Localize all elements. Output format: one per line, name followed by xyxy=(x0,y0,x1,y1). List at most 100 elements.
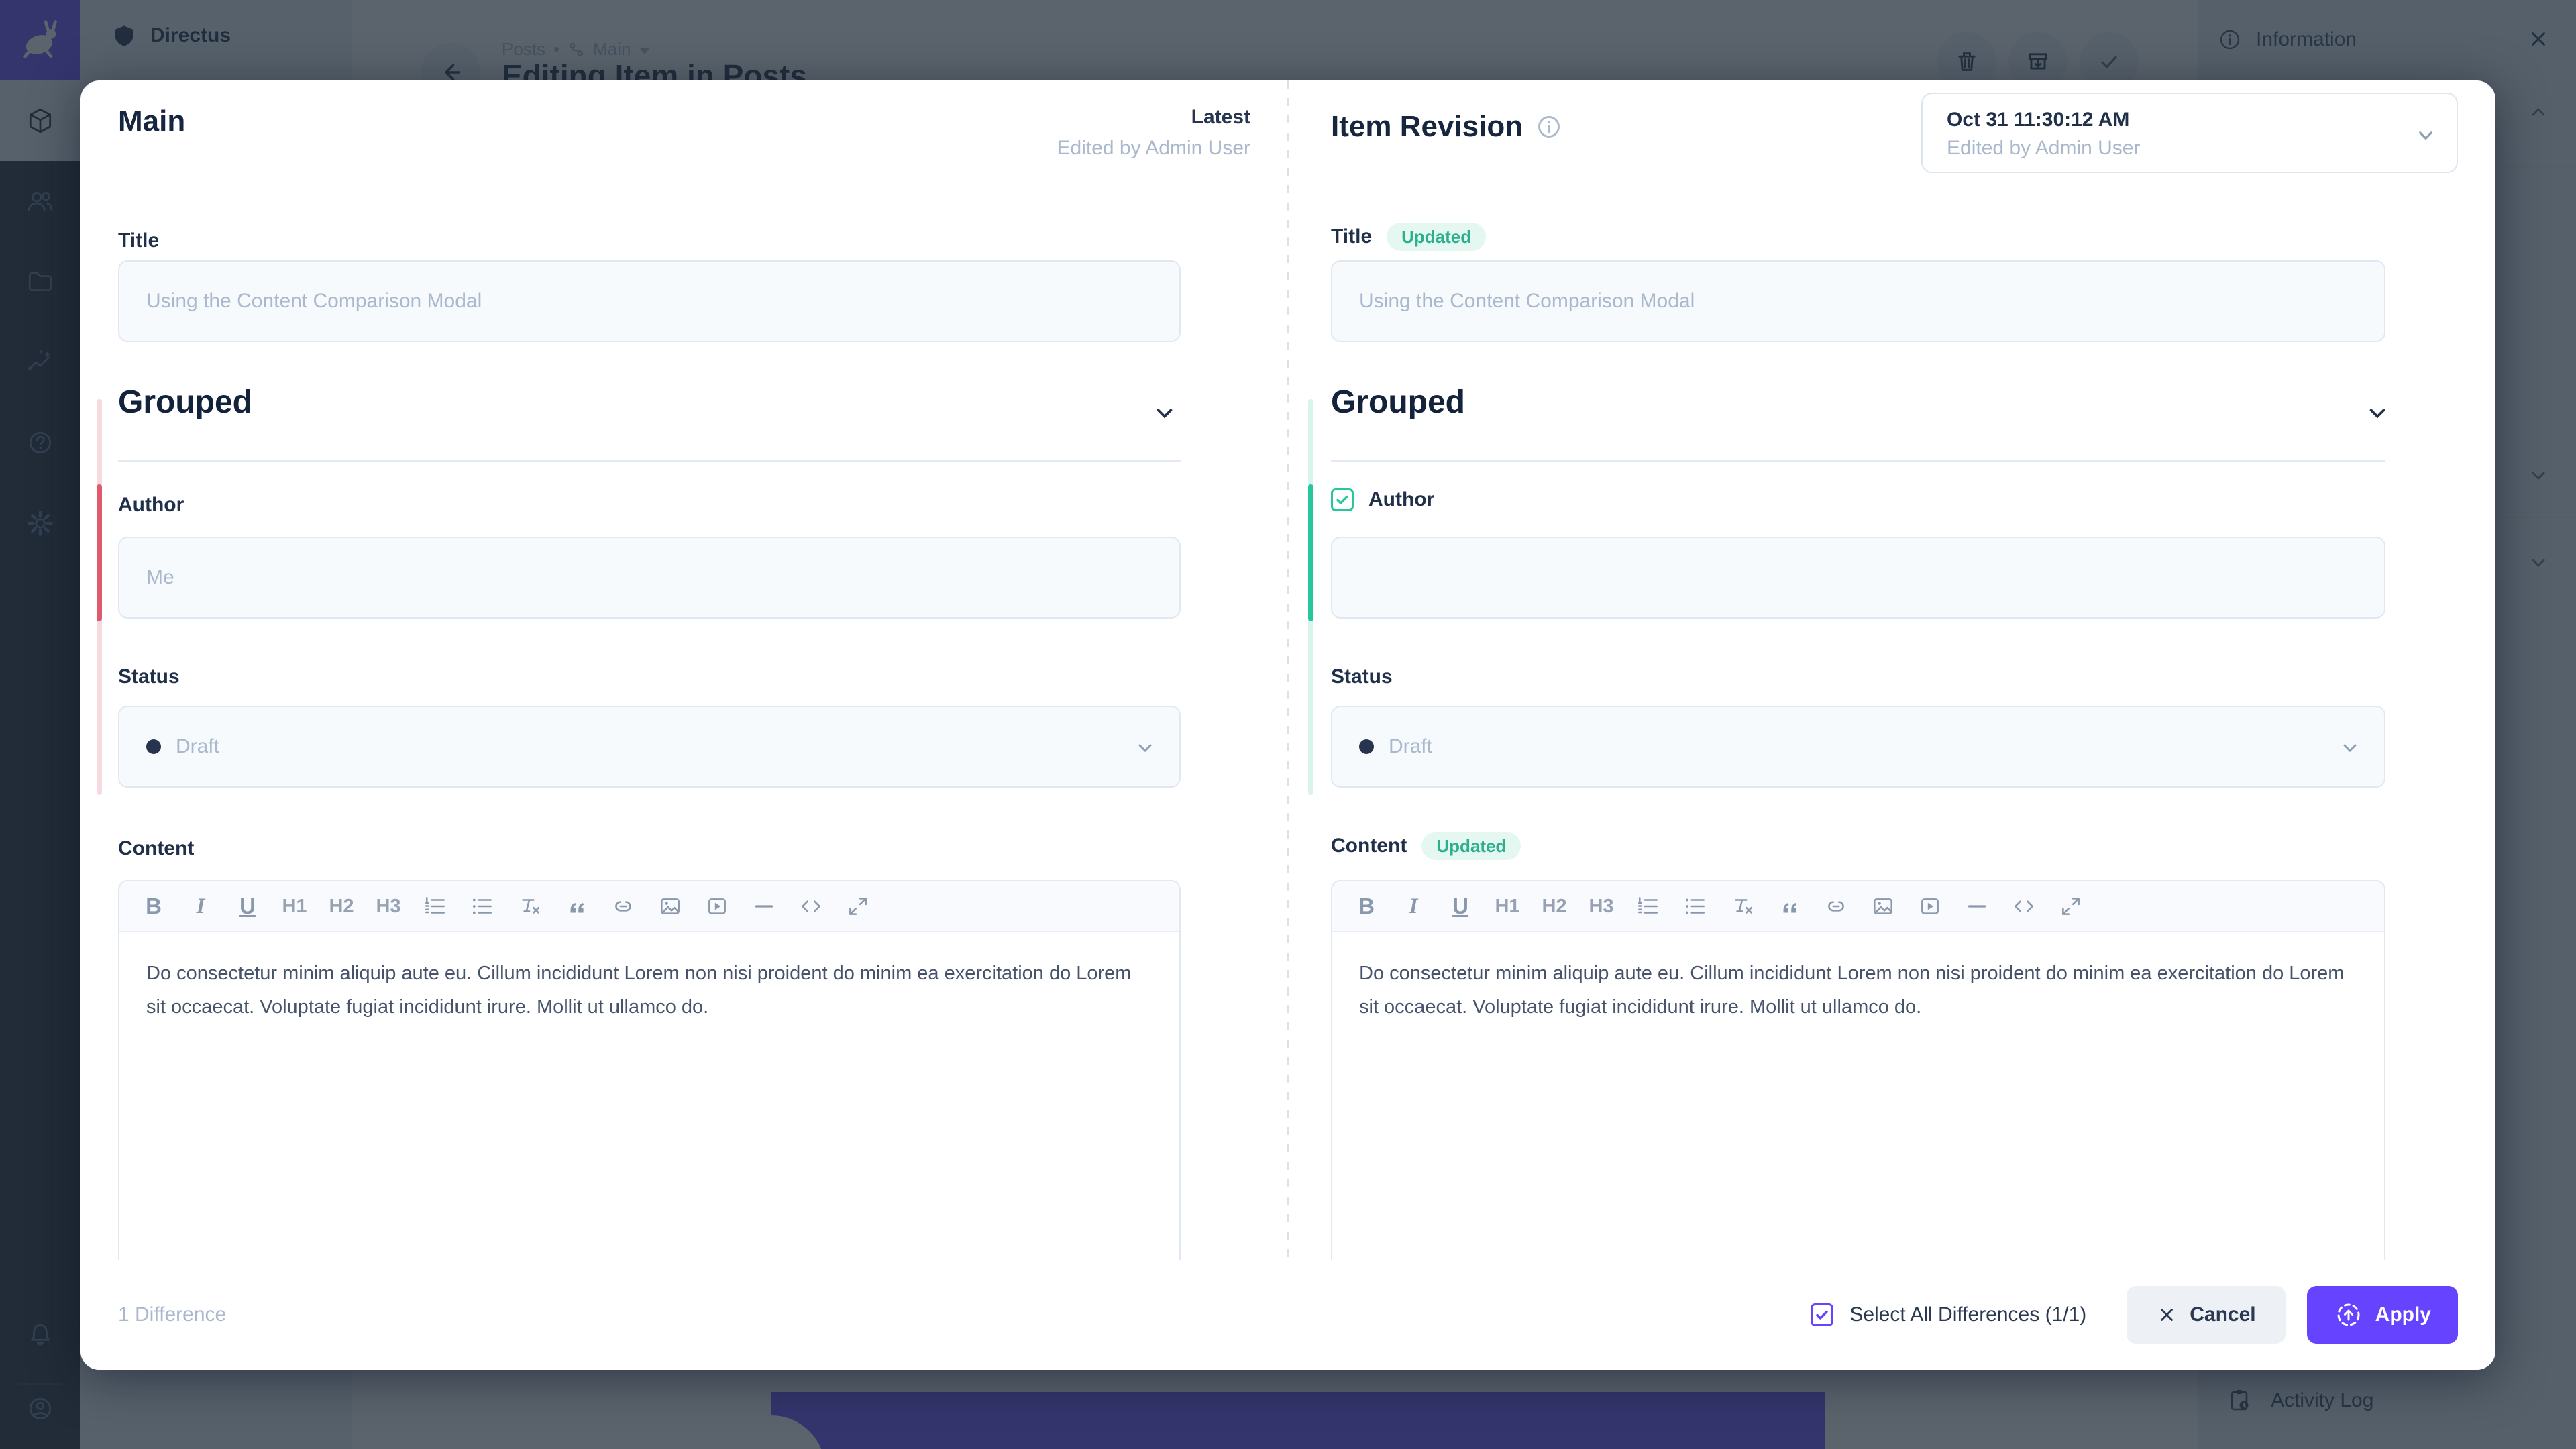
ordered-list-button[interactable] xyxy=(413,887,458,926)
code-button[interactable] xyxy=(789,887,833,926)
italic-button[interactable]: I xyxy=(178,887,223,926)
chevron-down-icon xyxy=(1134,737,1157,759)
underline-button[interactable]: U xyxy=(225,887,270,926)
pane-main-meta: Latest Edited by Admin User xyxy=(1057,106,1250,160)
group-collapse-button-left[interactable] xyxy=(1151,400,1178,427)
group-heading-right: Grouped xyxy=(1331,384,1465,421)
image-button[interactable] xyxy=(648,887,692,926)
status-dot xyxy=(1359,739,1374,754)
pane-revision: Item Revision Oct 31 11:30:12 AM Edited … xyxy=(1331,80,2458,1370)
ordered-list-button[interactable] xyxy=(1626,887,1670,926)
clear-format-button[interactable] xyxy=(507,887,551,926)
link-button[interactable] xyxy=(601,887,645,926)
pane-divider xyxy=(1287,80,1289,1260)
group-collapse-button-right[interactable] xyxy=(2364,400,2391,427)
author-field-row-right: Author xyxy=(1331,488,1434,511)
author-diff-bar-right xyxy=(1308,484,1313,621)
group-divider-right xyxy=(1331,460,2385,462)
content-editor-left: B I U H1 H2 H3 xyxy=(118,880,1181,1309)
status-dot xyxy=(146,739,161,754)
content-field-label-left: Content xyxy=(118,837,194,860)
status-field-label-right: Status xyxy=(1331,665,1393,688)
screen: Directus Posts • Main Editing Item in Po… xyxy=(0,0,2576,1449)
chevron-down-icon xyxy=(2414,123,2438,148)
apply-button[interactable]: Apply xyxy=(2307,1286,2458,1344)
close-icon xyxy=(2156,1304,2178,1326)
revision-edited-by: Edited by Admin User xyxy=(1947,137,2432,160)
blockquote-button[interactable] xyxy=(554,887,598,926)
content-field-row-right: Content Updated xyxy=(1331,832,1521,860)
bullet-list-button[interactable] xyxy=(1673,887,1717,926)
bold-button[interactable]: B xyxy=(1344,887,1389,926)
h2-button[interactable]: H2 xyxy=(1532,887,1576,926)
chevron-down-icon xyxy=(1151,400,1178,427)
status-value-right: Draft xyxy=(1389,735,1432,758)
title-field-label: Title xyxy=(118,229,159,252)
link-button[interactable] xyxy=(1814,887,1858,926)
underline-button[interactable]: U xyxy=(1438,887,1483,926)
cancel-button-label: Cancel xyxy=(2190,1303,2255,1326)
h3-button[interactable]: H3 xyxy=(366,887,411,926)
author-field-label-left: Author xyxy=(118,494,184,517)
content-text-right[interactable]: Do consectetur minim aliquip aute eu. Ci… xyxy=(1332,932,2384,1048)
status-value-left: Draft xyxy=(176,735,219,758)
h1-button[interactable]: H1 xyxy=(1485,887,1529,926)
video-button[interactable] xyxy=(1908,887,1952,926)
title-field-label-right: Title xyxy=(1331,225,1372,248)
author-diff-checkbox[interactable] xyxy=(1331,488,1354,511)
h2-button[interactable]: H2 xyxy=(319,887,364,926)
content-text-left[interactable]: Do consectetur minim aliquip aute eu. Ci… xyxy=(119,932,1179,1048)
pane-main: Main Latest Edited by Admin User Title U… xyxy=(118,80,1250,1370)
revision-time: Oct 31 11:30:12 AM xyxy=(1947,109,2432,131)
code-button[interactable] xyxy=(2002,887,2046,926)
author-input-right[interactable] xyxy=(1331,537,2385,619)
title-input-right[interactable]: Using the Content Comparison Modal xyxy=(1331,260,2385,342)
bullet-list-button[interactable] xyxy=(460,887,504,926)
pane-main-heading: Main xyxy=(118,105,185,138)
clear-format-button[interactable] xyxy=(1720,887,1764,926)
cancel-button[interactable]: Cancel xyxy=(2127,1286,2285,1344)
content-comparison-modal: Main Latest Edited by Admin User Title U… xyxy=(80,80,2496,1370)
horizontal-rule-button[interactable] xyxy=(742,887,786,926)
status-select-left[interactable]: Draft xyxy=(118,706,1181,788)
fullscreen-button[interactable] xyxy=(2049,887,2093,926)
editor-toolbar-right: B I U H1 H2 H3 xyxy=(1332,881,2384,932)
chevron-down-icon xyxy=(2364,400,2391,427)
select-all-label: Select All Differences (1/1) xyxy=(1849,1303,2086,1326)
h1-button[interactable]: H1 xyxy=(272,887,317,926)
status-field-label-left: Status xyxy=(118,665,180,688)
apply-revision-icon xyxy=(2334,1300,2363,1330)
chevron-down-icon xyxy=(2339,737,2361,759)
content-editor-right: B I U H1 H2 H3 xyxy=(1331,880,2385,1309)
content-field-label-right: Content xyxy=(1331,835,1407,857)
group-heading-left: Grouped xyxy=(118,384,252,421)
title-field-row-right: Title Updated xyxy=(1331,223,1486,251)
difference-count: 1 Difference xyxy=(118,1303,226,1326)
content-updated-badge: Updated xyxy=(1421,832,1521,860)
fullscreen-button[interactable] xyxy=(836,887,880,926)
h3-button[interactable]: H3 xyxy=(1579,887,1623,926)
image-button[interactable] xyxy=(1861,887,1905,926)
video-button[interactable] xyxy=(695,887,739,926)
author-diff-bar-left xyxy=(97,484,102,621)
check-icon xyxy=(1814,1307,1830,1323)
select-all-differences[interactable]: Select All Differences (1/1) xyxy=(1811,1303,2086,1326)
author-field-label-right: Author xyxy=(1368,488,1434,511)
title-updated-badge: Updated xyxy=(1387,223,1486,251)
revision-select[interactable]: Oct 31 11:30:12 AM Edited by Admin User xyxy=(1921,93,2458,173)
title-input-left[interactable]: Using the Content Comparison Modal xyxy=(118,260,1181,342)
status-select-right[interactable]: Draft xyxy=(1331,706,2385,788)
pane-revision-heading: Item Revision xyxy=(1331,110,1523,144)
revision-info-icon[interactable] xyxy=(1536,114,1562,140)
bold-button[interactable]: B xyxy=(131,887,176,926)
author-input-left[interactable]: Me xyxy=(118,537,1181,619)
editor-toolbar-left: B I U H1 H2 H3 xyxy=(119,881,1179,932)
horizontal-rule-button[interactable] xyxy=(1955,887,1999,926)
apply-button-label: Apply xyxy=(2375,1303,2431,1326)
group-divider-left xyxy=(118,460,1181,462)
italic-button[interactable]: I xyxy=(1391,887,1436,926)
select-all-checkbox[interactable] xyxy=(1811,1303,1833,1326)
blockquote-button[interactable] xyxy=(1767,887,1811,926)
modal-footer: 1 Difference Select All Differences (1/1… xyxy=(80,1260,2496,1370)
version-label: Latest xyxy=(1057,106,1250,129)
